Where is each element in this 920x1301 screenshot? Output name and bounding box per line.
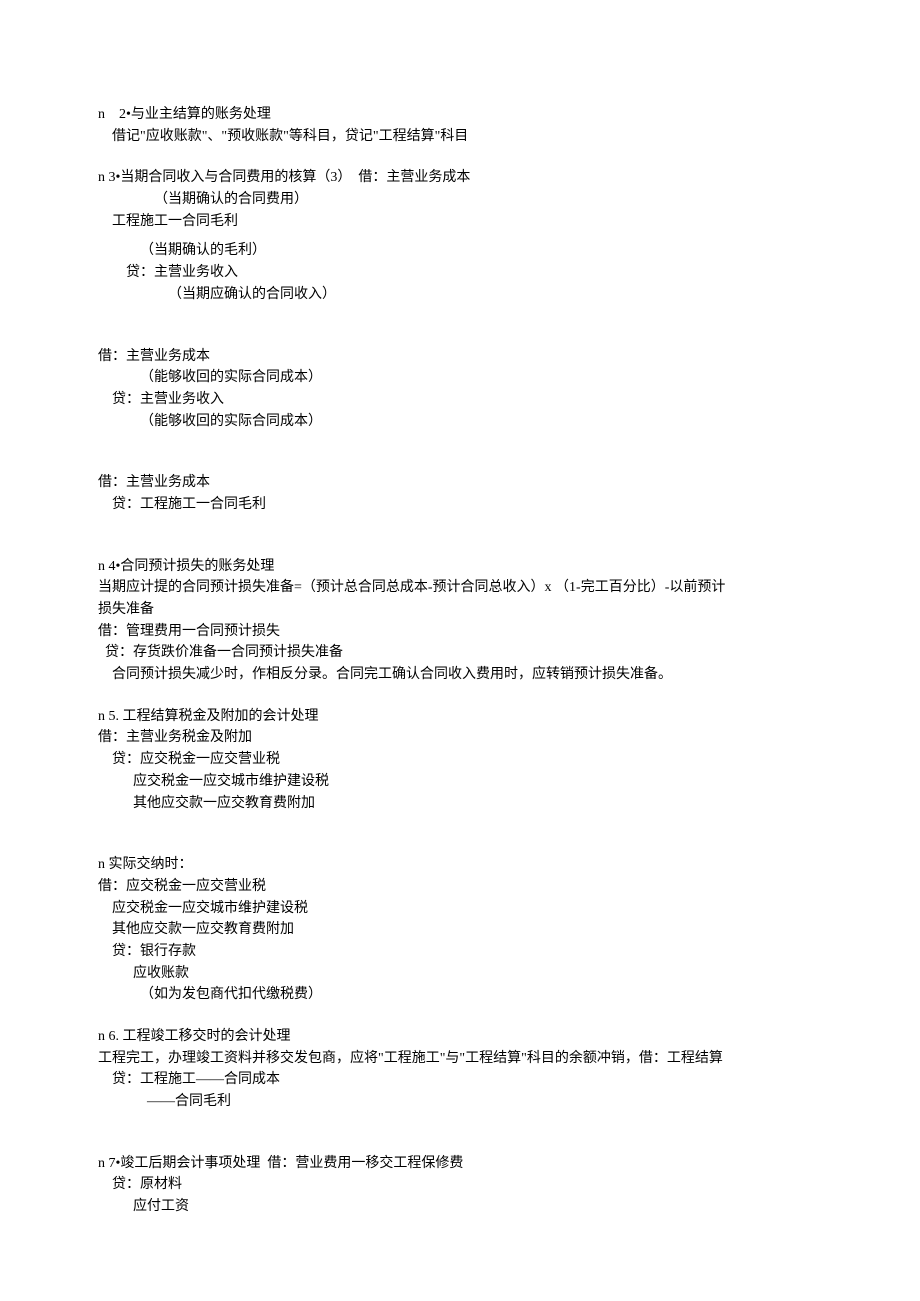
- section-3b: 借：主营业务成本 （能够收回的实际合同成本） 贷：主营业务收入 （能够收回的实际…: [98, 346, 822, 433]
- text-line: 其他应交款一应交教育费附加: [98, 919, 822, 941]
- section-3: n 3•当期合同收入与合同费用的核算（3） 借：主营业务成本 （当期确认的合同费…: [98, 167, 822, 305]
- section-7: n 7•竣工后期会计事项处理 借：营业费用一移交工程保修费 贷：原材料 应付工资: [98, 1153, 822, 1218]
- text-line: （当期确认的合同费用）: [98, 189, 822, 211]
- text-line: 贷：原材料: [98, 1174, 822, 1196]
- text-line: 贷：存货跌价准备一合同预计损失准备: [98, 642, 822, 664]
- text-line: 借记"应收账款"、"预收账款"等科目，贷记"工程结算"科目: [98, 126, 822, 148]
- text-line: 工程施工一合同毛利: [98, 211, 822, 233]
- text-line: 借：应交税金一应交营业税: [98, 876, 822, 898]
- text-line: 借：主营业务成本: [98, 472, 822, 494]
- text-line: n 2•与业主结算的账务处理: [98, 104, 822, 126]
- text-line: 贷：主营业务收入: [98, 262, 822, 284]
- section-5b: n 实际交纳时： 借：应交税金一应交营业税 应交税金一应交城市维护建设税 其他应…: [98, 854, 822, 1006]
- text-line: 当期应计提的合同预计损失准备=（预计总合同总成本-预计合同总收入）x （1-完工…: [98, 577, 822, 599]
- text-line: 应交税金一应交城市维护建设税: [98, 898, 822, 920]
- text-line: 合同预计损失减少时，作相反分录。合同完工确认合同收入费用时，应转销预计损失准备。: [98, 664, 822, 686]
- text-line: （能够收回的实际合同成本）: [98, 367, 822, 389]
- text-line: 借：主营业务税金及附加: [98, 727, 822, 749]
- text-line: n 5. 工程结算税金及附加的会计处理: [98, 706, 822, 728]
- document-page: n 2•与业主结算的账务处理 借记"应收账款"、"预收账款"等科目，贷记"工程结…: [0, 0, 920, 1301]
- text-line: n 6. 工程竣工移交时的会计处理: [98, 1026, 822, 1048]
- text-line: 贷：工程施工一合同毛利: [98, 494, 822, 516]
- text-line: 借：主营业务成本: [98, 346, 822, 368]
- text-line: 工程完工，办理竣工资料并移交发包商，应将"工程施工"与"工程结算"科目的余额冲销…: [98, 1048, 822, 1070]
- text-line: 贷：银行存款: [98, 941, 822, 963]
- text-line: n 实际交纳时：: [98, 854, 822, 876]
- section-3c: 借：主营业务成本 贷：工程施工一合同毛利: [98, 472, 822, 515]
- text-line: （当期应确认的合同收入）: [98, 284, 822, 306]
- text-line: 应交税金一应交城市维护建设税: [98, 771, 822, 793]
- text-line: n 3•当期合同收入与合同费用的核算（3） 借：主营业务成本: [98, 167, 822, 189]
- section-5: n 5. 工程结算税金及附加的会计处理 借：主营业务税金及附加 贷：应交税金一应…: [98, 706, 822, 814]
- text-line: n 4•合同预计损失的账务处理: [98, 556, 822, 578]
- text-line: 贷：主营业务收入: [98, 389, 822, 411]
- text-line: （如为发包商代扣代缴税费）: [98, 984, 822, 1006]
- text-line: （能够收回的实际合同成本）: [98, 411, 822, 433]
- text-line: 借：管理费用一合同预计损失: [98, 621, 822, 643]
- text-line: 其他应交款一应交教育费附加: [98, 793, 822, 815]
- text-line: n 7•竣工后期会计事项处理 借：营业费用一移交工程保修费: [98, 1153, 822, 1175]
- text-line: 贷：应交税金一应交营业税: [98, 749, 822, 771]
- section-4: n 4•合同预计损失的账务处理 当期应计提的合同预计损失准备=（预计总合同总成本…: [98, 556, 822, 686]
- text-line: 贷：工程施工——合同成本: [98, 1069, 822, 1091]
- section-6: n 6. 工程竣工移交时的会计处理 工程完工，办理竣工资料并移交发包商，应将"工…: [98, 1026, 822, 1113]
- text-line: ——合同毛利: [98, 1091, 822, 1113]
- text-line: 损失准备: [98, 599, 822, 621]
- text-line: 应收账款: [98, 963, 822, 985]
- section-2: n 2•与业主结算的账务处理 借记"应收账款"、"预收账款"等科目，贷记"工程结…: [98, 104, 822, 147]
- text-line: （当期确认的毛利）: [98, 240, 822, 262]
- text-line: 应付工资: [98, 1196, 822, 1218]
